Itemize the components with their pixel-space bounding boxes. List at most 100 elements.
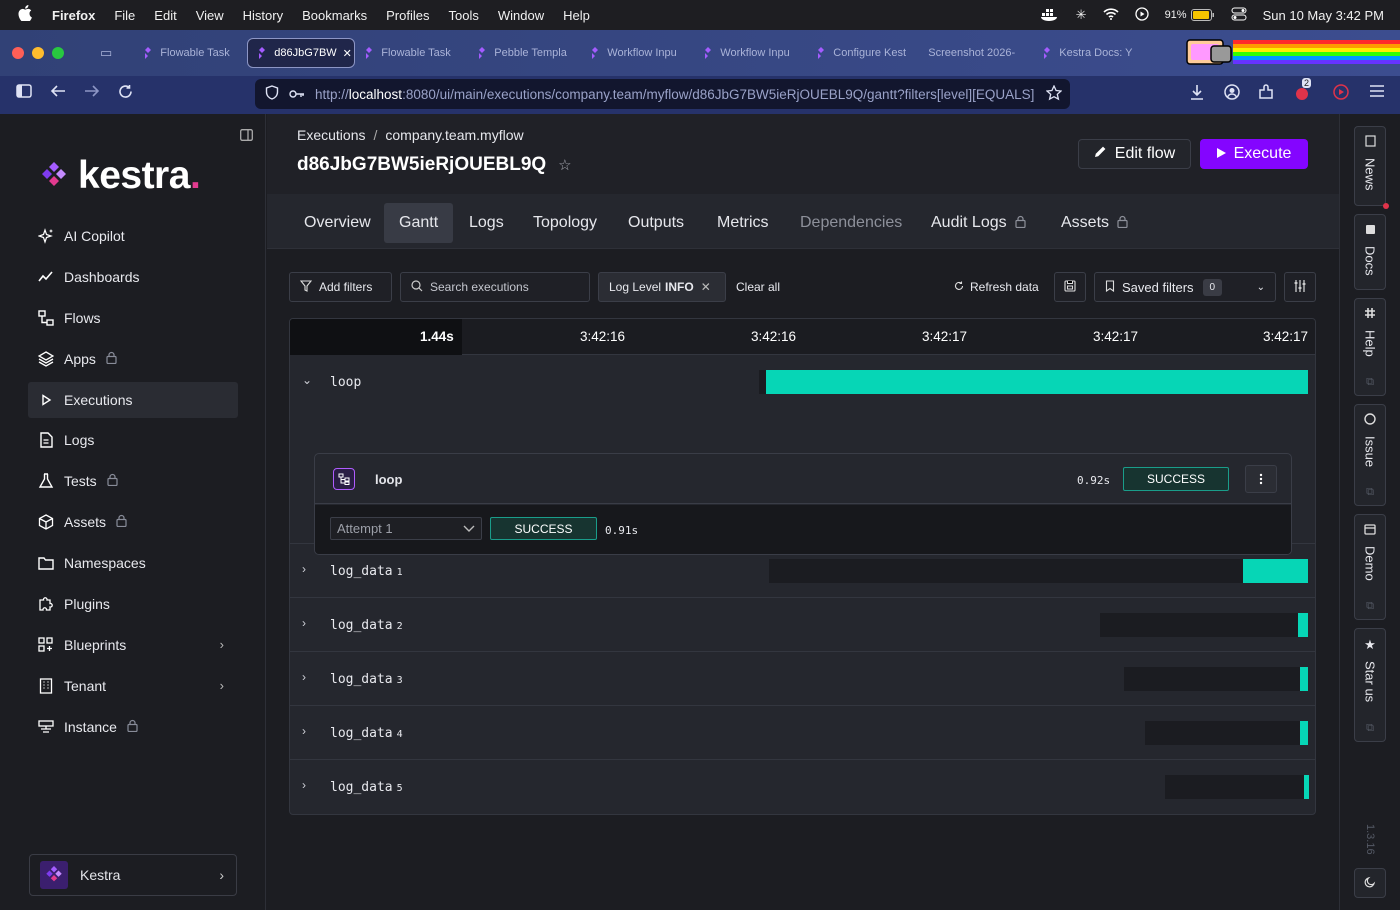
docker-icon[interactable] (1040, 7, 1060, 24)
close-window-button[interactable] (12, 47, 24, 59)
tab-metrics[interactable]: Metrics (702, 203, 784, 243)
execute-button[interactable]: Execute (1200, 139, 1308, 169)
tab-audit-logs[interactable]: Audit Logs (916, 203, 1041, 243)
chevron-right-icon[interactable]: › (302, 562, 306, 576)
sidebar-item-ai-copilot[interactable]: AI Copilot (28, 218, 238, 254)
breadcrumb-flow[interactable]: company.team.myflow (385, 127, 523, 143)
sidebar-item-tests[interactable]: Tests (28, 463, 238, 499)
gantt-bar[interactable] (1303, 775, 1309, 799)
collapse-sidebar-icon[interactable] (240, 129, 253, 144)
browser-tab[interactable]: Workflow Inpu (581, 38, 694, 68)
refresh-data-button[interactable]: Refresh data (944, 272, 1049, 302)
zoom-window-button[interactable] (52, 47, 64, 59)
gantt-row-log-data-5[interactable]: › log_data 5 (290, 760, 1315, 814)
sidebar-item-plugins[interactable]: Plugins (28, 586, 238, 622)
menu-history[interactable]: History (243, 8, 283, 23)
play-circle-icon[interactable] (1134, 6, 1149, 24)
gantt-bar[interactable] (765, 370, 1308, 394)
sidebar-item-executions[interactable]: Executions (28, 381, 238, 418)
breadcrumb-executions[interactable]: Executions (297, 127, 365, 143)
browser-tab[interactable]: Configure Kest (807, 38, 920, 68)
sidebar-item-namespaces[interactable]: Namespaces (28, 545, 238, 581)
url-bar[interactable]: http://localhost:8080/ui/main/executions… (255, 79, 1070, 109)
menu-bookmarks[interactable]: Bookmarks (302, 8, 367, 23)
gantt-bar[interactable] (1299, 721, 1308, 745)
kestra-logo[interactable]: kestra. (40, 154, 201, 198)
gantt-bar[interactable] (1299, 667, 1308, 691)
docs-button[interactable]: Docs (1354, 214, 1386, 290)
browser-tab-active[interactable]: d86JbG7BW ✕ (247, 38, 356, 68)
chevron-right-icon[interactable]: › (302, 778, 306, 792)
demo-button[interactable]: Demo ⧉ (1354, 514, 1386, 620)
add-filters-button[interactable]: Add filters (289, 272, 392, 302)
sidebar-item-instance[interactable]: Instance (28, 709, 238, 745)
column-settings-button[interactable] (1284, 272, 1316, 302)
gantt-row-log-data-3[interactable]: › log_data 3 (290, 652, 1315, 706)
account-icon[interactable] (1224, 84, 1240, 105)
menu-firefox[interactable]: Firefox (52, 8, 95, 23)
browser-tab[interactable]: Flowable Task (355, 38, 468, 68)
reload-icon[interactable] (118, 84, 133, 104)
menu-view[interactable]: View (196, 8, 224, 23)
log-level-filter-chip[interactable]: Log Level INFO ✕ (598, 272, 726, 302)
browser-tab[interactable]: Kestra Docs: Y (1033, 38, 1146, 68)
sparkle-icon[interactable]: ✳ (1076, 7, 1087, 23)
gantt-bar[interactable] (1243, 559, 1308, 583)
wifi-icon[interactable] (1103, 7, 1119, 23)
gantt-row-log-data-4[interactable]: › log_data 4 (290, 706, 1315, 760)
tab-dependencies[interactable]: Dependencies (785, 203, 917, 243)
edit-flow-button[interactable]: Edit flow (1078, 139, 1191, 169)
saved-filters-dropdown[interactable]: Saved filters 0 ⌄ (1094, 272, 1276, 302)
tenant-switcher[interactable]: Kestra › (29, 854, 237, 896)
news-button[interactable]: News (1354, 126, 1389, 209)
tab-topology[interactable]: Topology (518, 203, 612, 243)
browser-tab[interactable]: Pebble Templa (468, 38, 581, 68)
chevron-right-icon[interactable]: › (302, 670, 306, 684)
sidebar-item-apps[interactable]: Apps (28, 341, 238, 377)
browser-tab[interactable]: Screenshot 2026- (920, 38, 1033, 68)
chevron-right-icon[interactable]: › (302, 616, 306, 630)
sidebar-item-flows[interactable]: Flows (28, 300, 238, 336)
gantt-row-log-data-1[interactable]: › log_data 1 (290, 544, 1315, 598)
record-icon[interactable] (1333, 84, 1349, 105)
menu-help[interactable]: Help (563, 8, 590, 23)
favorite-star-icon[interactable]: ☆ (558, 156, 571, 174)
clock-datetime[interactable]: Sun 10 May 3:42 PM (1263, 8, 1384, 23)
key-icon[interactable] (289, 87, 305, 102)
tab-assets[interactable]: Assets (1046, 203, 1143, 243)
back-arrow-icon[interactable] (50, 84, 66, 103)
remove-filter-icon[interactable]: ✕ (701, 280, 711, 294)
attempt-select[interactable]: Attempt 1 (330, 517, 482, 540)
menu-profiles[interactable]: Profiles (386, 8, 429, 23)
forward-arrow-icon[interactable] (84, 84, 100, 103)
battery-indicator[interactable]: 91% (1165, 9, 1215, 21)
shield-icon[interactable] (265, 85, 279, 103)
sidebar-item-dashboards[interactable]: Dashboards (28, 259, 238, 295)
tab-overview-icon[interactable]: ▭ (100, 45, 112, 61)
download-icon[interactable] (1190, 84, 1204, 105)
sidebar-item-assets[interactable]: Assets (28, 504, 238, 540)
search-input[interactable]: Search executions (400, 272, 590, 302)
tab-outputs[interactable]: Outputs (613, 203, 699, 243)
sidebar-item-logs[interactable]: Logs (28, 422, 238, 458)
tab-logs[interactable]: Logs (454, 203, 519, 243)
extension-badge-icon[interactable]: 2 (1294, 78, 1312, 107)
theme-toggle-button[interactable] (1354, 868, 1386, 898)
gantt-row-log-data-2[interactable]: › log_data 2 (290, 598, 1315, 652)
gantt-row-loop[interactable]: ⌄ loop loop 0.92s SUCCESS Attempt 1 SUCC… (290, 355, 1315, 555)
close-tab-icon[interactable]: ✕ (343, 47, 352, 60)
control-center-icon[interactable] (1231, 7, 1247, 24)
clear-all-button[interactable]: Clear all (726, 272, 790, 302)
menu-tools[interactable]: Tools (449, 8, 479, 23)
hamburger-menu-icon[interactable] (1370, 84, 1384, 102)
extensions-icon[interactable] (1258, 84, 1274, 105)
chevron-right-icon[interactable]: › (302, 724, 306, 738)
minimize-window-button[interactable] (32, 47, 44, 59)
chevron-down-icon[interactable]: ⌄ (302, 373, 312, 387)
tab-gantt[interactable]: Gantt (384, 203, 454, 243)
tab-overview[interactable]: Overview (289, 203, 386, 243)
browser-tab[interactable]: Flowable Task (134, 38, 247, 68)
menu-edit[interactable]: Edit (154, 8, 176, 23)
save-filter-button[interactable] (1054, 272, 1086, 302)
help-button[interactable]: Help ⧉ (1354, 298, 1386, 396)
